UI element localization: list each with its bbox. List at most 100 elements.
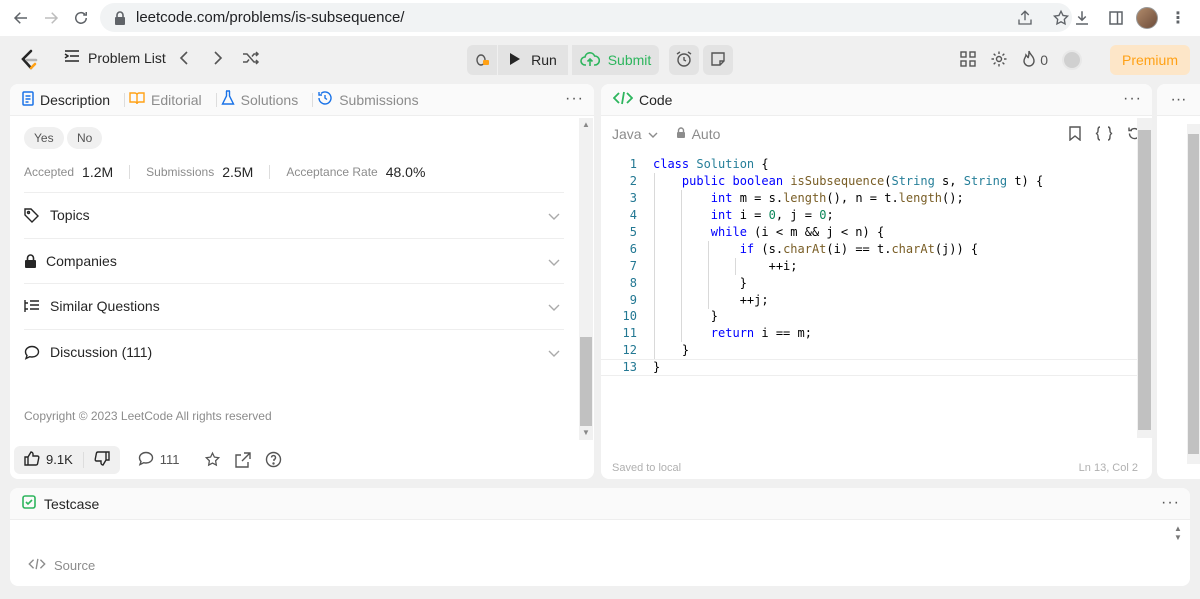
section-companies[interactable]: Companies (24, 238, 564, 283)
scroll-down-arrow-icon[interactable]: ▼ (1174, 533, 1184, 542)
next-problem-icon[interactable] (212, 50, 224, 71)
accepted-label: Accepted (24, 165, 75, 179)
acceptance-rate-label: Acceptance Rate (286, 165, 378, 179)
auto-complete-toggle[interactable]: Auto (676, 126, 720, 142)
line-number: 11 (622, 326, 637, 341)
more-options-icon[interactable]: ··· (565, 90, 584, 108)
format-braces-icon[interactable] (1095, 126, 1113, 144)
copyright-text: Copyright © 2023 LeetCode All rights res… (24, 409, 272, 423)
collapsed-scrollbar[interactable] (1187, 124, 1200, 464)
code-line: 2 public boolean isSubsequence(String s,… (601, 173, 1137, 190)
timer-button[interactable] (669, 45, 699, 75)
more-options-icon[interactable]: ··· (1123, 90, 1142, 108)
code-brackets-icon (28, 558, 46, 573)
section-topics[interactable]: Topics (24, 192, 564, 237)
scrollbar-thumb[interactable] (1138, 130, 1151, 430)
run-label: Run (531, 52, 557, 68)
scroll-up-arrow-icon[interactable]: ▲ (582, 120, 590, 129)
flame-icon (1022, 50, 1036, 71)
indent-guide (708, 241, 709, 309)
code-editor[interactable]: 1 class Solution { 2 public boolean isSu… (601, 156, 1137, 376)
tab-description[interactable]: Description (22, 90, 110, 109)
acceptance-rate-value: 48.0% (385, 164, 426, 180)
address-bar[interactable]: leetcode.com/problems/is-subsequence/ (100, 3, 1072, 32)
tab-code[interactable]: Code (612, 91, 672, 108)
run-button[interactable]: Run (498, 45, 568, 75)
layout-grid-icon[interactable] (960, 50, 976, 70)
problem-list-button[interactable]: Problem List (64, 49, 166, 66)
section-discussion[interactable]: Discussion (111) (24, 329, 564, 374)
debug-button[interactable] (467, 45, 497, 75)
more-options-icon[interactable]: ··· (1161, 494, 1180, 512)
submissions-label: Submissions (146, 165, 215, 179)
indent-guide (681, 190, 682, 342)
checkbox-checked-icon (22, 495, 36, 512)
back-icon[interactable] (6, 3, 36, 33)
line-number: 12 (622, 343, 637, 358)
forward-icon[interactable] (36, 3, 66, 33)
section-similar-questions[interactable]: Similar Questions (24, 283, 564, 328)
scrollbar-thumb[interactable] (580, 337, 592, 426)
stats-divider (129, 165, 131, 179)
line-number: 1 (629, 157, 637, 172)
share-icon[interactable] (1010, 3, 1040, 33)
help-question-icon[interactable] (265, 451, 282, 468)
reload-icon[interactable] (66, 3, 96, 33)
tab-editorial[interactable]: Editorial (129, 91, 202, 108)
testcase-header[interactable]: Testcase ··· (10, 488, 1190, 520)
description-panel: Description Editorial Solutions Submissi… (10, 84, 594, 479)
user-avatar[interactable] (1062, 50, 1082, 70)
streak-counter[interactable]: 0 (1022, 50, 1048, 71)
chevron-down-icon (648, 126, 658, 142)
feedback-no-button[interactable]: No (67, 127, 103, 149)
download-icon[interactable] (1068, 3, 1096, 33)
like-button[interactable]: 9.1K (14, 446, 83, 474)
tab-solutions[interactable]: Solutions (220, 90, 298, 109)
chevron-down-icon (548, 254, 560, 270)
external-link-icon[interactable] (234, 451, 251, 468)
section-similar-questions-label: Similar Questions (50, 298, 160, 314)
code-scrollbar[interactable] (1137, 118, 1152, 438)
testcase-scrollbar[interactable]: ▲ ▼ (1174, 524, 1184, 548)
premium-button[interactable]: Premium (1110, 45, 1190, 75)
favorite-star-icon[interactable] (204, 451, 221, 468)
comments-button[interactable]: 111 (138, 451, 180, 469)
leetcode-logo-icon[interactable] (19, 49, 39, 76)
shuffle-icon[interactable] (242, 50, 260, 71)
feedback-yes-button[interactable]: Yes (24, 127, 64, 149)
book-icon (129, 91, 145, 108)
line-number: 6 (629, 241, 637, 256)
like-count: 9.1K (46, 452, 73, 467)
browser-profile-avatar[interactable] (1136, 7, 1158, 29)
browser-menu-icon[interactable]: ⋮ (1164, 3, 1192, 33)
comment-count: 111 (159, 452, 180, 467)
list-icon (64, 49, 80, 66)
address-bar-actions (1010, 3, 1076, 33)
previous-problem-icon[interactable] (178, 50, 190, 71)
bookmark-icon[interactable] (1069, 126, 1081, 144)
notes-button[interactable] (703, 45, 733, 75)
submit-button[interactable]: Submit (572, 45, 659, 75)
more-options-icon[interactable]: ··· (1171, 91, 1187, 109)
chevron-down-icon (548, 208, 560, 224)
code-status-bar: Saved to local Ln 13, Col 2 (612, 462, 1138, 474)
scrollbar-thumb[interactable] (1188, 134, 1199, 454)
description-footer: 9.1K 111 (10, 440, 594, 479)
description-scrollbar[interactable]: ▲ ▼ (579, 118, 593, 440)
scroll-up-arrow-icon[interactable]: ▲ (1174, 524, 1184, 533)
sidebar-toggle-icon[interactable] (1102, 3, 1130, 33)
cursor-position: Ln 13, Col 2 (1078, 462, 1138, 474)
section-discussion-label: Discussion (111) (50, 344, 153, 360)
code-line: 1 class Solution { (601, 156, 1137, 173)
editor-tools (1069, 126, 1142, 144)
source-link[interactable]: Source (28, 558, 95, 573)
accepted-value: 1.2M (82, 164, 114, 180)
code-text: class Solution { (653, 157, 769, 172)
code-brackets-icon (612, 91, 634, 108)
submit-label: Submit (607, 52, 652, 68)
tab-submissions[interactable]: Submissions (317, 90, 419, 109)
settings-gear-icon[interactable] (990, 50, 1008, 71)
language-selector[interactable]: Java (612, 126, 658, 142)
dislike-button[interactable] (84, 446, 120, 474)
scroll-down-arrow-icon[interactable]: ▼ (582, 428, 590, 437)
